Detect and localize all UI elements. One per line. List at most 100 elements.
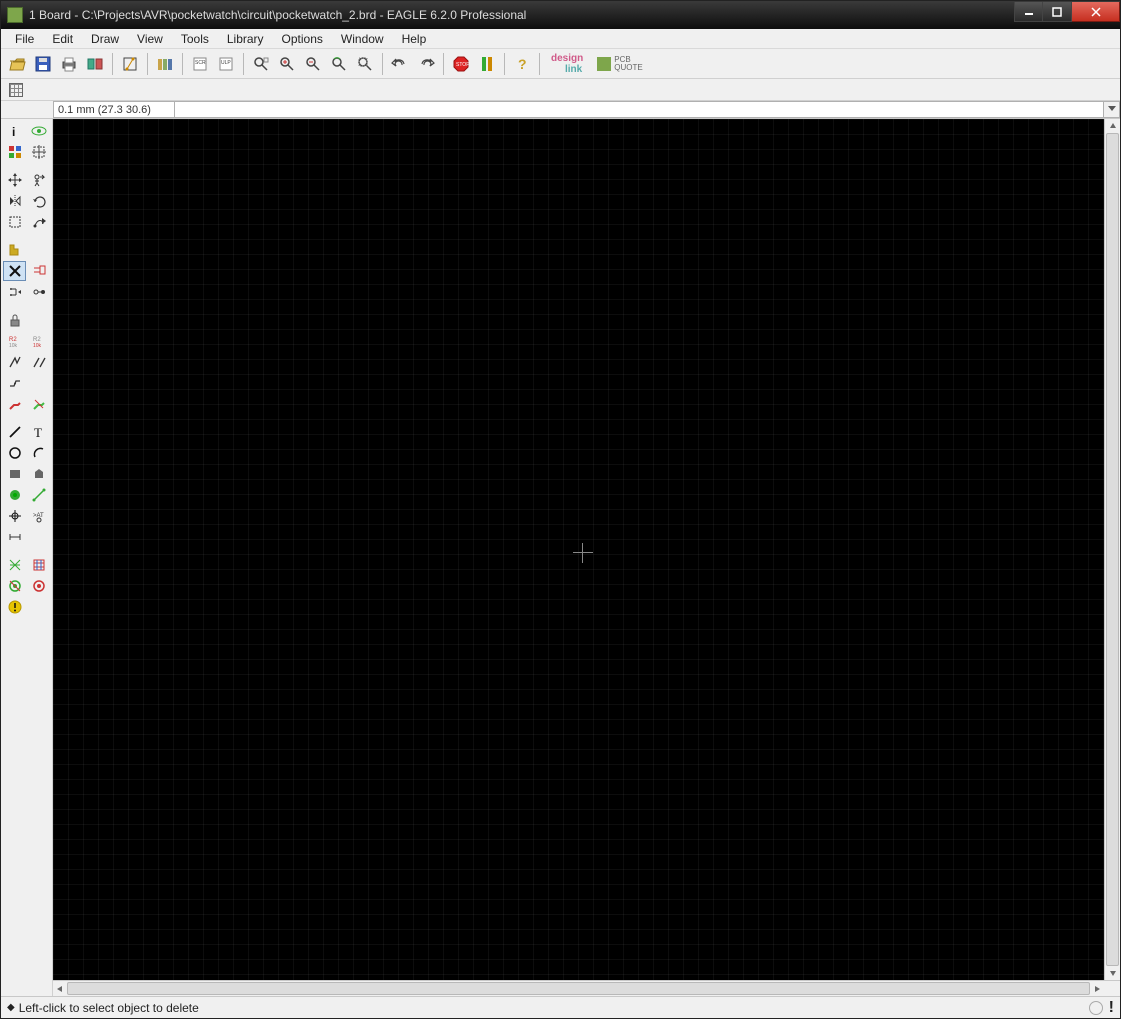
svg-text:10k: 10k xyxy=(9,343,18,349)
group-tool[interactable] xyxy=(3,212,26,232)
command-input[interactable] xyxy=(175,101,1104,118)
add-tool[interactable] xyxy=(27,261,50,281)
wire-tool[interactable] xyxy=(3,422,26,442)
mirror-tool[interactable] xyxy=(3,191,26,211)
redo-button[interactable] xyxy=(414,52,438,76)
parameter-bar xyxy=(1,79,1120,101)
pinswap-tool[interactable] xyxy=(3,282,26,302)
delete-tool[interactable] xyxy=(3,261,26,281)
rect-tool[interactable] xyxy=(3,464,26,484)
blank-tool-2 xyxy=(27,310,50,330)
design-link-button[interactable]: designlink xyxy=(545,51,589,77)
menu-window[interactable]: Window xyxy=(333,31,392,47)
ulp-button[interactable]: ULP xyxy=(214,52,238,76)
go-button[interactable] xyxy=(475,52,499,76)
info-tool[interactable]: i xyxy=(3,121,26,141)
text-tool[interactable]: T xyxy=(27,422,50,442)
help-button[interactable]: ? xyxy=(510,52,534,76)
name-tool[interactable]: R210k xyxy=(3,331,26,351)
menu-options[interactable]: Options xyxy=(274,31,331,47)
print-button[interactable] xyxy=(57,52,81,76)
horizontal-scrollbar[interactable] xyxy=(53,981,1104,996)
zoom-redraw-button[interactable] xyxy=(327,52,351,76)
route-tool[interactable] xyxy=(3,394,26,414)
svg-text:T: T xyxy=(34,425,42,440)
ripup-tool[interactable] xyxy=(27,394,50,414)
polygon-tool[interactable] xyxy=(27,464,50,484)
zoom-fit-button[interactable] xyxy=(249,52,273,76)
signal-tool[interactable] xyxy=(27,485,50,505)
record-indicator-icon xyxy=(1089,1001,1103,1015)
copy-tool[interactable] xyxy=(27,170,50,190)
blank-tool-5 xyxy=(27,597,50,617)
main-toolbar: SCR ULP STOP ? designlink PCBQUOTE xyxy=(1,49,1120,79)
pcb-quote-button[interactable]: PCBQUOTE xyxy=(591,54,648,74)
save-button[interactable] xyxy=(31,52,55,76)
scroll-up-icon[interactable] xyxy=(1105,119,1120,133)
smash-tool[interactable] xyxy=(3,352,26,372)
ratsnest-tool[interactable] xyxy=(3,555,26,575)
drc-tool[interactable] xyxy=(27,576,50,596)
display-tool[interactable] xyxy=(3,142,26,162)
maximize-button[interactable] xyxy=(1043,2,1072,22)
errors-tool[interactable] xyxy=(3,597,26,617)
menu-draw[interactable]: Draw xyxy=(83,31,127,47)
rotate-tool[interactable] xyxy=(27,191,50,211)
warning-indicator-icon[interactable]: ! xyxy=(1109,999,1114,1017)
menu-file[interactable]: File xyxy=(7,31,42,47)
toolbar-separator xyxy=(112,53,113,75)
menu-tools[interactable]: Tools xyxy=(173,31,217,47)
mark-tool[interactable] xyxy=(27,142,50,162)
circle-tool[interactable] xyxy=(3,443,26,463)
hole-tool[interactable] xyxy=(3,506,26,526)
change-tool[interactable] xyxy=(27,212,50,232)
toolbar-separator xyxy=(182,53,183,75)
split-tool[interactable] xyxy=(3,373,26,393)
attribute-tool[interactable]: >AT xyxy=(27,506,50,526)
zoom-out-button[interactable] xyxy=(301,52,325,76)
hscroll-thumb[interactable] xyxy=(67,982,1090,995)
stop-button[interactable]: STOP xyxy=(449,52,473,76)
toolbar-separator xyxy=(147,53,148,75)
vertical-scrollbar[interactable] xyxy=(1104,119,1120,980)
zoom-select-button[interactable] xyxy=(353,52,377,76)
auto-tool[interactable] xyxy=(27,555,50,575)
menu-view[interactable]: View xyxy=(129,31,171,47)
scroll-left-icon[interactable] xyxy=(53,981,67,996)
library-button[interactable] xyxy=(153,52,177,76)
minimize-button[interactable] xyxy=(1014,2,1043,22)
arc-tool[interactable] xyxy=(27,443,50,463)
scroll-right-icon[interactable] xyxy=(1090,981,1104,996)
close-button[interactable] xyxy=(1072,2,1120,22)
coord-bar: 0.1 mm (27.3 30.6) xyxy=(1,101,1120,119)
command-dropdown[interactable] xyxy=(1104,101,1120,118)
open-button[interactable] xyxy=(5,52,29,76)
workspace: i xyxy=(1,119,1120,996)
zoom-in-button[interactable] xyxy=(275,52,299,76)
show-tool[interactable] xyxy=(27,121,50,141)
menu-library[interactable]: Library xyxy=(219,31,272,47)
toolbar-separator xyxy=(243,53,244,75)
menu-help[interactable]: Help xyxy=(394,31,435,47)
board-canvas[interactable] xyxy=(53,119,1104,980)
script-button[interactable]: SCR xyxy=(188,52,212,76)
coordinate-display[interactable]: 0.1 mm (27.3 30.6) xyxy=(53,101,175,118)
paste-tool[interactable] xyxy=(3,240,26,260)
menu-edit[interactable]: Edit xyxy=(44,31,81,47)
move-tool[interactable] xyxy=(3,170,26,190)
replace-tool[interactable] xyxy=(27,282,50,302)
value-tool[interactable]: R210k xyxy=(27,331,50,351)
schematic-switch-button[interactable] xyxy=(118,52,142,76)
undo-button[interactable] xyxy=(388,52,412,76)
svg-text:STOP: STOP xyxy=(456,62,470,68)
scroll-down-icon[interactable] xyxy=(1105,966,1120,980)
via-tool[interactable] xyxy=(3,485,26,505)
erc-tool[interactable] xyxy=(3,576,26,596)
lock-tool[interactable] xyxy=(3,310,26,330)
toolbar-separator xyxy=(443,53,444,75)
miter-tool[interactable] xyxy=(27,352,50,372)
dimension-tool[interactable] xyxy=(3,527,26,547)
cam-button[interactable] xyxy=(83,52,107,76)
grid-toggle-button[interactable] xyxy=(5,81,27,99)
vscroll-thumb[interactable] xyxy=(1106,133,1119,966)
